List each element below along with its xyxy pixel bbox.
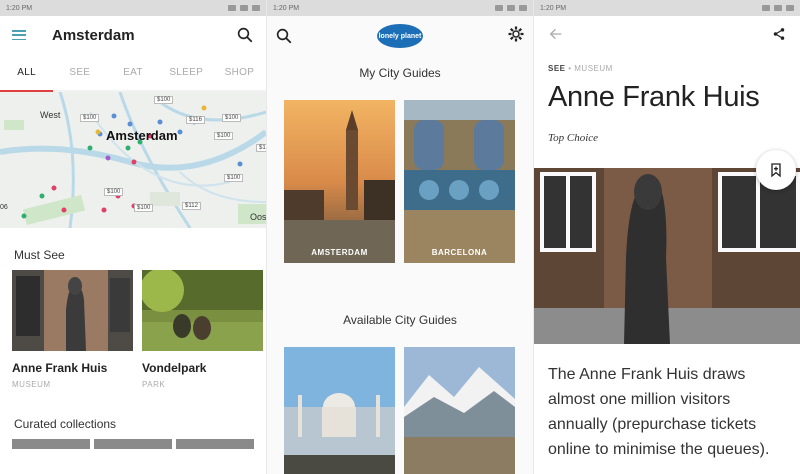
available-guide-tile[interactable] xyxy=(404,347,515,474)
city-map[interactable]: West Oos 06 Amsterdam $100 $100 $116 $10… xyxy=(0,92,266,228)
map-price-tag[interactable]: $100 xyxy=(104,188,124,196)
gear-icon[interactable] xyxy=(507,25,525,48)
tab-shop[interactable]: SHOP xyxy=(213,54,266,90)
status-bar: 1:20 PM xyxy=(267,0,533,16)
map-price-tag[interactable]: $100 xyxy=(224,174,244,182)
lonely-planet-logo: lonely planet xyxy=(377,24,423,48)
app-bar xyxy=(534,16,800,56)
city-guides-screen: 1:20 PM lonely planet My City Guides AMS… xyxy=(267,0,533,474)
share-icon[interactable] xyxy=(772,27,786,46)
map-price-tag[interactable]: $100 xyxy=(80,114,100,122)
guide-amsterdam[interactable]: AMSTERDAM xyxy=(284,100,395,263)
search-icon[interactable] xyxy=(236,26,254,44)
card-vondelpark[interactable]: Vondelpark PARK xyxy=(142,270,263,389)
bookmark-button[interactable] xyxy=(756,150,796,190)
status-icons xyxy=(762,5,794,11)
guide-label: BARCELONA xyxy=(431,248,488,257)
curated-heading: Curated collections xyxy=(14,417,117,431)
available-guides-heading: Available City Guides xyxy=(343,313,457,327)
city-home-screen: 1:20 PM Amsterdam ALL SEE EAT SLEEP SHOP xyxy=(0,0,266,474)
map-price-tag[interactable]: $1( xyxy=(256,144,266,152)
map-label-edge: 06 xyxy=(0,204,8,211)
place-title: Anne Frank Huis xyxy=(548,81,760,113)
place-detail-screen: 1:20 PM SEE • MUSEUM Anne Frank Huis Top… xyxy=(534,0,800,474)
map-price-tag[interactable]: $100 xyxy=(214,132,234,140)
map-label-oost: Oos xyxy=(250,212,266,222)
card-image xyxy=(12,270,133,351)
menu-icon[interactable] xyxy=(12,30,26,40)
breadcrumb-primary[interactable]: SEE xyxy=(548,64,566,73)
card-image xyxy=(142,270,263,351)
status-time: 1:20 PM xyxy=(540,4,567,12)
category-tabs: ALL SEE EAT SLEEP SHOP xyxy=(0,54,266,92)
hero-image xyxy=(534,168,800,344)
card-category: PARK xyxy=(142,380,166,389)
map-price-tag[interactable]: $112 xyxy=(182,202,201,210)
search-icon[interactable] xyxy=(275,27,293,45)
status-bar: 1:20 PM xyxy=(534,0,800,16)
map-city-label: Amsterdam xyxy=(106,128,178,143)
breadcrumb: SEE • MUSEUM xyxy=(534,56,800,73)
available-guides-grid xyxy=(267,347,533,474)
map-price-tag[interactable]: $100 xyxy=(222,114,242,122)
curated-collections[interactable] xyxy=(0,439,266,449)
app-bar: Amsterdam xyxy=(0,16,266,54)
status-time: 1:20 PM xyxy=(6,4,33,12)
map-price-tag[interactable]: $100 xyxy=(134,204,154,212)
tab-sleep[interactable]: SLEEP xyxy=(160,54,213,90)
app-bar: lonely planet xyxy=(267,16,533,56)
card-title: Vondelpark xyxy=(142,361,207,375)
tab-eat[interactable]: EAT xyxy=(106,54,159,90)
my-guides-grid: AMSTERDAM BARCELONA xyxy=(267,100,533,263)
tab-see[interactable]: SEE xyxy=(53,54,106,90)
map-label-west: West xyxy=(40,110,61,120)
page-title: Amsterdam xyxy=(52,26,135,44)
guide-label: AMSTERDAM xyxy=(311,248,368,257)
card-anne-frank-huis[interactable]: Anne Frank Huis MUSEUM xyxy=(12,270,133,389)
status-time: 1:20 PM xyxy=(273,4,300,12)
must-see-heading: Must See xyxy=(14,248,65,262)
breadcrumb-separator: • xyxy=(565,64,575,73)
status-icons xyxy=(228,5,260,11)
bookmark-add-icon xyxy=(771,163,781,178)
guide-barcelona[interactable]: BARCELONA xyxy=(404,100,515,263)
tab-all[interactable]: ALL xyxy=(0,54,53,90)
card-category: MUSEUM xyxy=(12,380,51,389)
available-guide-tile[interactable] xyxy=(284,347,395,474)
must-see-cards: Anne Frank Huis MUSEUM Vondelpark PARK xyxy=(0,270,266,389)
map-price-tag[interactable]: $100 xyxy=(154,96,174,104)
breadcrumb-secondary[interactable]: MUSEUM xyxy=(574,64,613,73)
back-arrow-icon[interactable] xyxy=(548,26,564,47)
top-choice-badge: Top Choice xyxy=(548,132,599,144)
card-title: Anne Frank Huis xyxy=(12,361,108,375)
my-guides-heading: My City Guides xyxy=(359,66,441,80)
status-icons xyxy=(495,5,527,11)
place-description: The Anne Frank Huis draws almost one mil… xyxy=(548,366,770,458)
status-bar: 1:20 PM xyxy=(0,0,266,16)
map-price-tag[interactable]: $116 xyxy=(186,116,205,124)
